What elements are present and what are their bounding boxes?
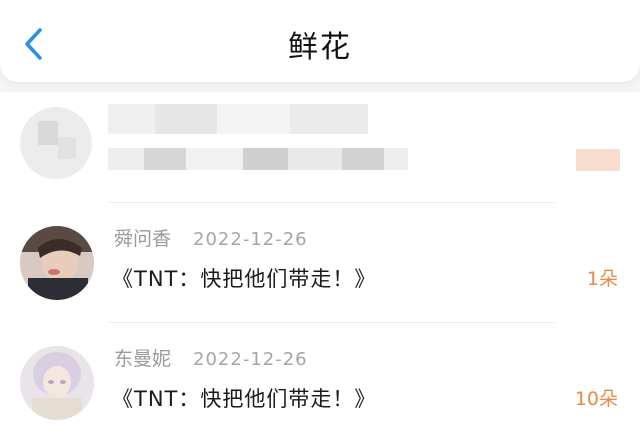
username: 舜问香 <box>114 228 172 250</box>
record-message: 《TNT：快把他们带走！》 <box>112 267 377 291</box>
blurred-message <box>108 148 408 170</box>
avatar[interactable] <box>20 346 94 420</box>
top-nav-bar: 鲜花 <box>0 0 640 82</box>
flower-count: 1朵 <box>586 268 618 290</box>
record-message: 《TNT：快把他们带走！》 <box>112 387 377 411</box>
divider <box>108 322 554 323</box>
flower-count: 10朵 <box>574 388 618 410</box>
flower-record-list: 舜问香 2022-12-26 《TNT：快把他们带走！》 1朵 东曼妮 2022… <box>0 92 640 447</box>
page-title: 鲜花 <box>288 30 352 65</box>
blurred-username <box>108 104 368 134</box>
avatar[interactable] <box>20 226 94 300</box>
record-date: 2022-12-26 <box>193 349 308 370</box>
blurred-avatar <box>20 107 92 179</box>
username: 东曼妮 <box>114 348 172 370</box>
record-date: 2022-12-26 <box>193 229 308 250</box>
blurred-record-row <box>0 92 640 202</box>
divider <box>108 202 554 203</box>
blurred-count <box>576 149 620 171</box>
record-row[interactable]: 舜问香 2022-12-26 《TNT：快把他们带走！》 1朵 <box>0 208 640 320</box>
record-row[interactable]: 东曼妮 2022-12-26 《TNT：快把他们带走！》 10朵 <box>0 328 640 440</box>
